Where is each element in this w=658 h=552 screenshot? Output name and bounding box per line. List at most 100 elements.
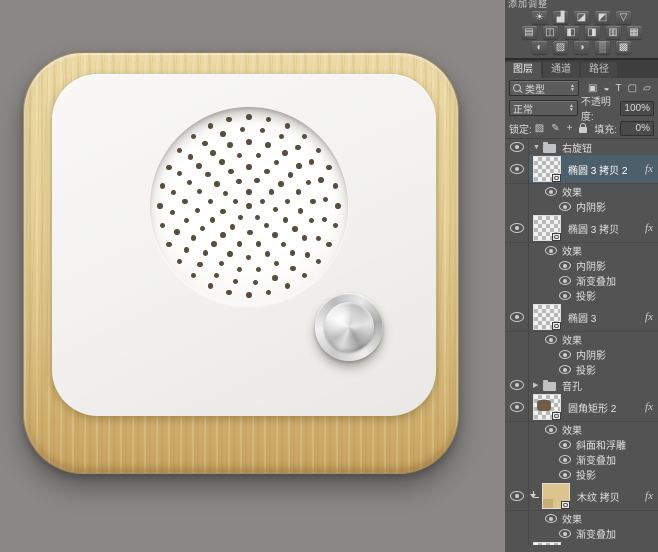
tab-paths[interactable]: 路径: [581, 62, 617, 78]
color-balance-icon[interactable]: ◫: [542, 26, 558, 39]
lock-paint-icon[interactable]: ✎: [551, 123, 559, 134]
group-right-knob[interactable]: ▼ 右旋钮: [505, 139, 658, 155]
effect-inner-shadow[interactable]: 内阴影: [505, 347, 658, 362]
effect-visibility-eye-icon[interactable]: [545, 187, 557, 196]
speaker-hole: [246, 254, 252, 261]
tab-layers[interactable]: 图层: [505, 62, 541, 78]
fill-value[interactable]: 0%: [620, 120, 654, 136]
layer-thumbnail[interactable]: [533, 156, 561, 182]
channel-mixer-icon[interactable]: ▥: [605, 26, 621, 39]
lock-position-icon[interactable]: +: [567, 123, 573, 134]
effect-drop-shadow[interactable]: 投影: [505, 288, 658, 303]
fx-badge[interactable]: fx: [641, 222, 653, 234]
layer-rounded-rect-2[interactable]: 圆角矩形 2 fx: [505, 393, 658, 422]
effect-visibility-eye-icon[interactable]: [559, 365, 571, 374]
selective-color-icon[interactable]: ▩: [616, 41, 631, 54]
effect-visibility-eye-icon[interactable]: [559, 261, 571, 270]
layer-rounded-rect-2-copy[interactable]: 圆角矩形 2 拷贝fx: [505, 541, 658, 545]
effects-header[interactable]: 效果: [505, 184, 658, 199]
levels-icon[interactable]: ▟: [553, 11, 568, 24]
filter-kind-dropdown[interactable]: 类型 ▲ ▼: [509, 80, 579, 96]
visibility-gutter: [505, 437, 529, 452]
visibility-eye-icon[interactable]: [509, 312, 524, 322]
blend-mode-dropdown[interactable]: 正常 ▲ ▼: [509, 100, 578, 116]
speaker-hole: [246, 114, 252, 120]
effects-header[interactable]: 效果: [505, 511, 658, 526]
color-lookup-icon[interactable]: ▦: [626, 26, 642, 39]
effect-visibility-eye-icon[interactable]: [559, 202, 571, 211]
effect-visibility-eye-icon[interactable]: [559, 470, 571, 479]
effect-visibility-eye-icon[interactable]: [545, 425, 557, 434]
black-white-icon[interactable]: ◧: [563, 26, 579, 39]
vibrance-icon[interactable]: ▽: [616, 11, 631, 24]
lock-all-icon[interactable]: [579, 123, 588, 133]
visibility-eye-icon[interactable]: [509, 402, 524, 412]
effect-inner-shadow-content: 内阴影: [529, 199, 658, 214]
threshold-icon[interactable]: ◑: [574, 41, 589, 54]
fx-badge[interactable]: fx: [641, 311, 653, 323]
effect-gradient-overlay[interactable]: 渐变叠加: [505, 452, 658, 467]
speaker-hole: [264, 168, 270, 175]
effect-gradient-overlay[interactable]: 渐变叠加: [505, 526, 658, 541]
layer-ellipse-3-copy-2[interactable]: 椭圆 3 拷贝 2 fx: [505, 155, 658, 184]
effect-gradient-overlay[interactable]: 渐变叠加: [505, 273, 658, 288]
effect-inner-shadow[interactable]: 内阴影: [505, 258, 658, 273]
effect-bevel-emboss[interactable]: 斜面和浮雕: [505, 437, 658, 452]
filter-adjustment-layers-icon[interactable]: ◒: [603, 83, 609, 94]
lock-transparency-icon[interactable]: ▨: [535, 123, 544, 134]
visibility-eye-icon[interactable]: [509, 142, 524, 152]
curves-icon[interactable]: ◪: [574, 11, 589, 24]
opacity-value[interactable]: 100%: [620, 100, 654, 116]
effect-visibility-eye-icon[interactable]: [545, 514, 557, 523]
effect-visibility-eye-icon[interactable]: [545, 246, 557, 255]
triangle-right-icon[interactable]: ▶: [533, 381, 543, 389]
layer-ellipse-3-copy[interactable]: 椭圆 3 拷贝 fx: [505, 214, 658, 243]
layer-wood-copy[interactable]: 木纹 拷贝 fx: [505, 482, 658, 511]
layer-ellipse-3[interactable]: 椭圆 3 fx: [505, 303, 658, 332]
filter-shape-layers-icon[interactable]: ▢: [628, 83, 637, 94]
triangle-down-icon[interactable]: ▼: [533, 144, 543, 151]
tab-channels[interactable]: 通道: [543, 62, 579, 78]
effect-drop-shadow-content: 投影: [529, 362, 658, 377]
effect-visibility-eye-icon[interactable]: [559, 440, 571, 449]
exposure-icon[interactable]: ◩: [595, 11, 610, 24]
layer-thumbnail[interactable]: [533, 542, 561, 545]
visibility-gutter: [505, 422, 529, 437]
document-canvas[interactable]: [0, 0, 505, 552]
effect-visibility-eye-icon[interactable]: [559, 455, 571, 464]
fx-badge[interactable]: fx: [641, 163, 653, 175]
effect-visibility-eye-icon[interactable]: [559, 276, 571, 285]
group-sound-holes[interactable]: ▶ 音孔: [505, 377, 658, 393]
gradient-map-icon[interactable]: ▒: [595, 41, 610, 54]
layer-thumbnail[interactable]: [542, 483, 570, 509]
effects-header[interactable]: 效果: [505, 422, 658, 437]
layer-thumbnail[interactable]: [533, 304, 561, 330]
effect-visibility-eye-icon[interactable]: [545, 335, 557, 344]
visibility-eye-icon[interactable]: [509, 164, 524, 174]
layer-thumbnail[interactable]: [533, 215, 561, 241]
fx-badge[interactable]: fx: [641, 401, 653, 413]
effects-header[interactable]: 效果: [505, 332, 658, 347]
layer-thumbnail[interactable]: [533, 394, 561, 420]
visibility-eye-icon[interactable]: [509, 380, 524, 390]
fx-badge[interactable]: fx: [641, 490, 653, 502]
effect-visibility-eye-icon[interactable]: [559, 350, 571, 359]
effect-visibility-eye-icon[interactable]: [559, 529, 571, 538]
visibility-eye-icon[interactable]: [509, 491, 524, 501]
effect-drop-shadow[interactable]: 投影: [505, 467, 658, 482]
photo-filter-icon[interactable]: ◨: [584, 26, 600, 39]
effect-drop-shadow[interactable]: 投影: [505, 362, 658, 377]
filter-type-layers-icon[interactable]: T: [616, 83, 622, 94]
visibility-eye-icon[interactable]: [509, 223, 524, 233]
effect-visibility-eye-icon[interactable]: [559, 291, 571, 300]
posterize-icon[interactable]: ▨: [553, 41, 568, 54]
effects-header[interactable]: 效果: [505, 243, 658, 258]
hue-saturation-icon[interactable]: ▤: [521, 26, 537, 39]
speaker-hole: [202, 140, 208, 147]
filter-pixel-layers-icon[interactable]: ▣: [588, 83, 597, 94]
effect-inner-shadow[interactable]: 内阴影: [505, 199, 658, 214]
filter-smart-objects-icon[interactable]: ▱: [643, 83, 651, 94]
brightness-contrast-icon[interactable]: ☀: [532, 11, 547, 24]
speaker-hole: [227, 251, 233, 257]
invert-icon[interactable]: ◐: [532, 41, 547, 54]
